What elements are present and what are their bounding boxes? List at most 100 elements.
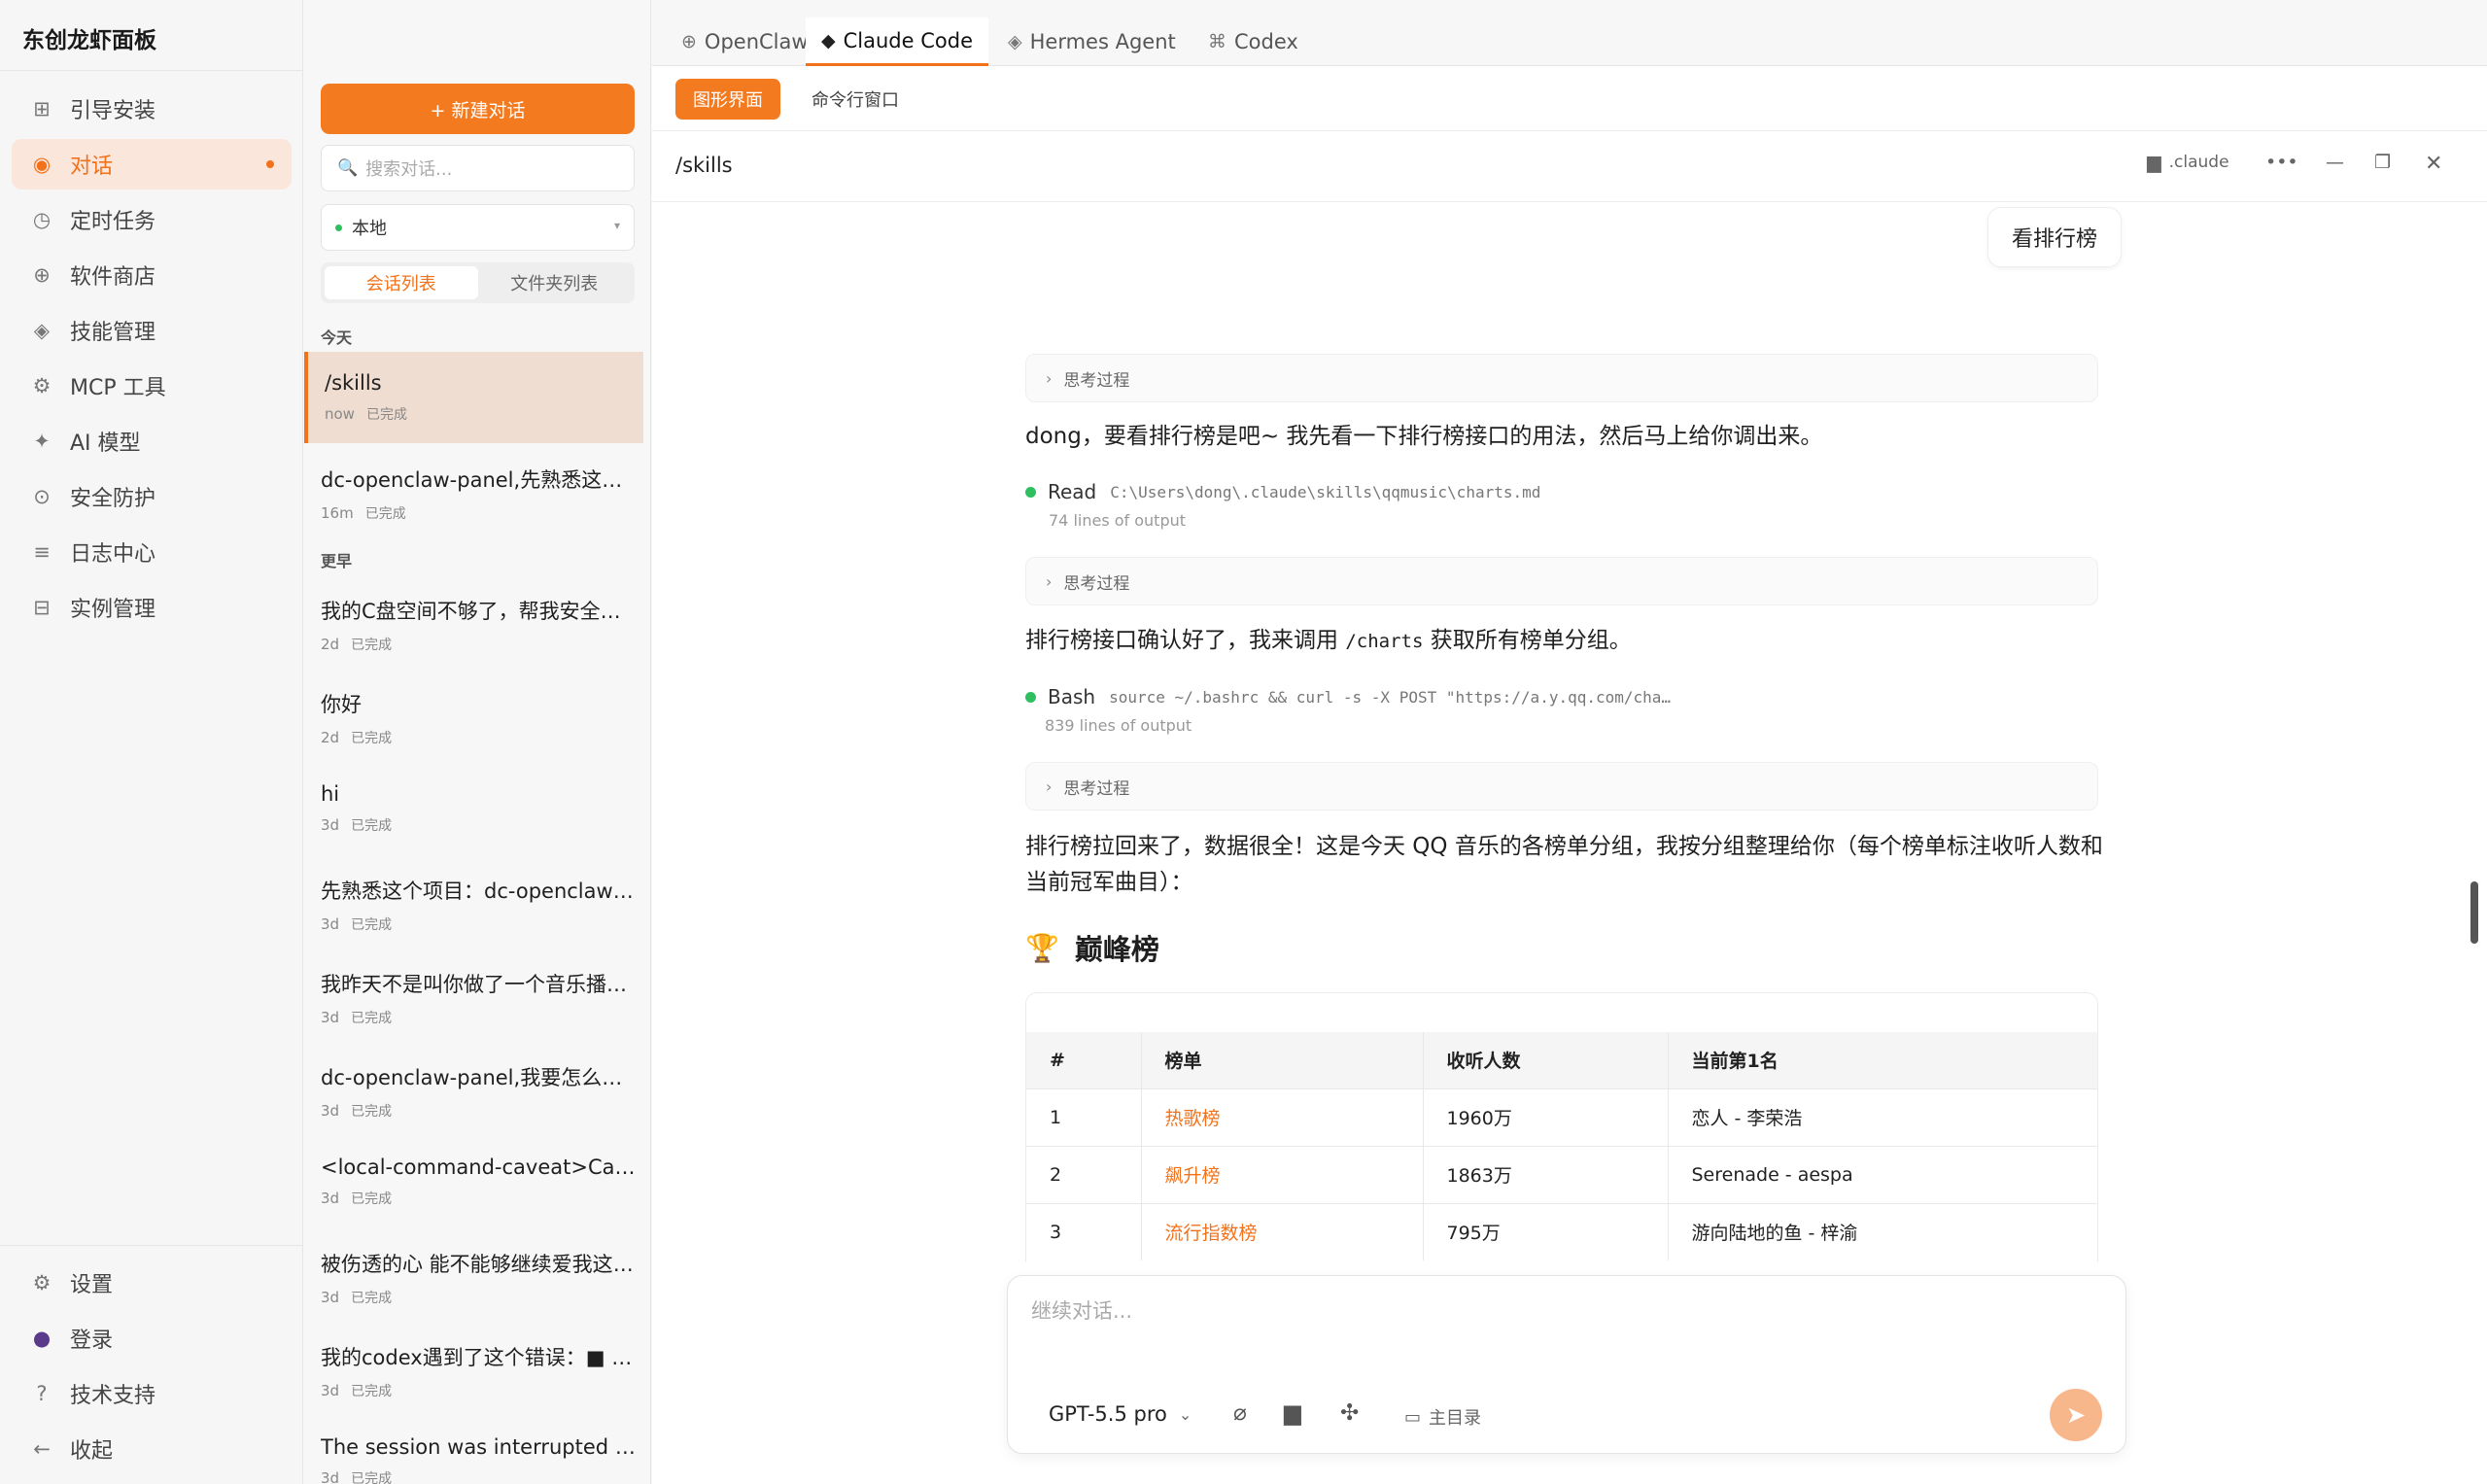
session-titlebar: /skills ▆ .claude ••• — ❐ ✕ bbox=[652, 132, 2487, 202]
nav-item-security[interactable]: ⊙ 安全防护 bbox=[12, 471, 292, 522]
session-title: 我昨天不是叫你做了一个音乐播放器吗 bbox=[321, 973, 638, 996]
session-panel: + 新建对话 🔍 搜索对话... 本地 ▾ 会话列表 文件夹列表 今天 /skill… bbox=[304, 0, 651, 1484]
inline-code: /charts bbox=[1345, 631, 1424, 652]
nav-label: 引导安装 bbox=[70, 99, 156, 123]
table-cell: 游向陆地的鱼 - 梓渝 bbox=[1668, 1202, 2097, 1260]
session-time: 3d bbox=[321, 1469, 340, 1484]
send-icon: ➤ bbox=[2065, 1401, 2087, 1429]
tool-name: Read bbox=[1048, 480, 1097, 503]
tool-call-bash[interactable]: Bash source ~/.bashrc && curl -s -X POST … bbox=[1025, 685, 1671, 708]
tool-args: source ~/.bashrc && curl -s -X POST "htt… bbox=[1109, 687, 1672, 707]
nav-item-login[interactable]: ● 登录 bbox=[12, 1313, 292, 1363]
session-item[interactable]: 先熟悉这个项目：dc-openclaw-panel 3d 已完成 bbox=[304, 856, 643, 948]
session-item[interactable]: 被伤透的心 能不能够继续爱我这首歌 3d 已完成 bbox=[304, 1229, 643, 1321]
composer: 继续对话... GPT-5.5 pro ⌄ ⌀ ▆ ✣ ▭ 主目录 ➤ bbox=[1007, 1275, 2126, 1454]
nav-item-logs[interactable]: ≡ 日志中心 bbox=[12, 527, 292, 577]
session-status: 已完成 bbox=[351, 1011, 393, 1026]
session-title: 我的codex遇到了这个错误：■ stream bbox=[321, 1346, 638, 1369]
nav-item-setup[interactable]: ⊞ 引导安装 bbox=[12, 84, 292, 134]
thinking-toggle[interactable]: › 思考过程 bbox=[1025, 557, 2098, 605]
session-item[interactable]: <local-command-caveat>Caveat: The messag… bbox=[304, 1136, 643, 1227]
table-cell: 795万 bbox=[1423, 1202, 1669, 1260]
chart-link[interactable]: 流行指数榜 bbox=[1141, 1202, 1424, 1260]
nav-label: 对话 bbox=[70, 155, 114, 179]
session-item[interactable]: 你好 2d 已完成 bbox=[304, 670, 643, 761]
session-item[interactable]: dc-openclaw-panel,先熟悉这个项目 16m 已完成 bbox=[304, 445, 643, 536]
session-item[interactable]: /skills now 已完成 bbox=[304, 352, 643, 443]
tool-call-read[interactable]: Read C:\Users\dong\.claude\skills\qqmusic… bbox=[1025, 480, 1540, 503]
session-item[interactable]: 我的codex遇到了这个错误：■ stream 3d 已完成 bbox=[304, 1323, 643, 1414]
session-time: 2d bbox=[321, 729, 340, 746]
nav-item-mcp[interactable]: ⚙ MCP 工具 bbox=[12, 361, 292, 411]
nav-item-settings[interactable]: ⚙ 设置 bbox=[12, 1258, 292, 1308]
session-search-input[interactable]: 🔍 搜索对话... bbox=[321, 145, 635, 191]
tab-openclaw[interactable]: ⊕ OpenClaw bbox=[666, 17, 824, 66]
mode-gui-button[interactable]: 图形界面 bbox=[675, 79, 780, 120]
session-meta: 3d 已完成 bbox=[321, 1468, 627, 1484]
nav-item-support[interactable]: ? 技术支持 bbox=[12, 1368, 292, 1419]
session-item[interactable]: The session was interrupted and needs 3d 已… bbox=[304, 1416, 643, 1484]
tab-claude-code[interactable]: ◆ Claude Code bbox=[806, 17, 988, 66]
session-meta: 2d 已完成 bbox=[321, 728, 627, 747]
chart-link[interactable]: 飙升榜 bbox=[1141, 1145, 1424, 1203]
folder-button[interactable]: ▆ .claude bbox=[2147, 152, 2229, 173]
message-input[interactable]: 继续对话... bbox=[1031, 1295, 1132, 1325]
session-item[interactable]: 我的C盘空间不够了，帮我安全清理一下 2d 已完成 bbox=[304, 576, 643, 668]
table-header-row: # 榜单 收听人数 当前第1名 bbox=[1026, 1032, 2097, 1088]
thinking-toggle[interactable]: › 思考过程 bbox=[1025, 354, 2098, 402]
close-icon[interactable]: ✕ bbox=[2425, 152, 2442, 176]
session-meta: 2d 已完成 bbox=[321, 635, 627, 654]
table-cell: 恋人 - 李荣浩 bbox=[1668, 1087, 2097, 1146]
new-chat-button[interactable]: + 新建对话 bbox=[321, 84, 635, 134]
restore-icon[interactable]: ❐ bbox=[2374, 152, 2391, 173]
session-title: 你好 bbox=[321, 693, 362, 716]
thinking-toggle[interactable]: › 思考过程 bbox=[1025, 762, 2098, 811]
model-selector[interactable]: GPT-5.5 pro ⌄ bbox=[1049, 1402, 1192, 1426]
nav-item-instances[interactable]: ⊟ 实例管理 bbox=[12, 582, 292, 633]
send-button[interactable]: ➤ bbox=[2050, 1389, 2102, 1441]
group-heading: 今天 bbox=[321, 328, 353, 347]
nav-item-chat[interactable]: ◉ 对话 bbox=[12, 139, 292, 190]
session-meta: 3d 已完成 bbox=[321, 1381, 627, 1400]
session-status: 已完成 bbox=[351, 1191, 393, 1207]
nav-item-collapse[interactable]: ← 收起 bbox=[12, 1424, 292, 1474]
chat-scrollbar[interactable] bbox=[2470, 881, 2478, 944]
list-icon: ≡ bbox=[33, 540, 51, 564]
session-item[interactable]: hi 3d 已完成 bbox=[304, 763, 643, 854]
main-area: ⊕ OpenClaw ◆ Claude Code ◈ Hermes Agent ⌘ Co… bbox=[652, 0, 2487, 1484]
tab-folder-list[interactable]: 文件夹列表 bbox=[478, 266, 632, 299]
attach-icon[interactable]: ⌀ bbox=[1233, 1400, 1247, 1426]
chevron-right-icon: › bbox=[1046, 777, 1053, 796]
plugin-icon[interactable]: ✣ bbox=[1340, 1400, 1359, 1426]
session-status: 已完成 bbox=[351, 1384, 393, 1399]
session-status: 已完成 bbox=[351, 818, 393, 834]
sparkle-icon: ◆ bbox=[821, 29, 836, 52]
nav-item-ai-model[interactable]: ✦ AI 模型 bbox=[12, 416, 292, 466]
session-meta: 3d 已完成 bbox=[321, 815, 627, 835]
more-icon[interactable]: ••• bbox=[2265, 152, 2298, 173]
chart-link[interactable]: 热歌榜 bbox=[1141, 1087, 1424, 1146]
nav-item-store[interactable]: ⊕ 软件商店 bbox=[12, 250, 292, 300]
nav-item-skills[interactable]: ◈ 技能管理 bbox=[12, 305, 292, 356]
minimize-icon[interactable]: — bbox=[2326, 152, 2344, 173]
section-heading: 🏆 巅峰榜 bbox=[1025, 927, 1159, 968]
tab-session-list[interactable]: 会话列表 bbox=[325, 266, 478, 299]
tab-hermes-agent[interactable]: ◈ Hermes Agent bbox=[992, 17, 1192, 66]
text-part: 获取所有榜单分组。 bbox=[1430, 628, 1632, 653]
folder-icon[interactable]: ▆ bbox=[1284, 1400, 1301, 1426]
directory-label: 主目录 bbox=[1429, 1408, 1482, 1429]
session-time: 16m bbox=[321, 504, 354, 522]
directory-selector[interactable]: ▭ 主目录 bbox=[1404, 1404, 1481, 1430]
session-item[interactable]: 我昨天不是叫你做了一个音乐播放器吗 3d 已完成 bbox=[304, 949, 643, 1041]
nav-item-scheduled[interactable]: ◷ 定时任务 bbox=[12, 194, 292, 245]
session-item[interactable]: dc-openclaw-panel,我要怎么启动它 3d 已完成 bbox=[304, 1043, 643, 1134]
grid-icon: ⊞ bbox=[33, 97, 51, 121]
thinking-label: 思考过程 bbox=[1063, 778, 1130, 799]
location-select[interactable]: 本地 ▾ bbox=[321, 204, 635, 251]
mode-cli-button[interactable]: 命令行窗口 bbox=[794, 79, 916, 120]
target-icon: ◉ bbox=[32, 153, 52, 176]
thinking-label: 思考过程 bbox=[1063, 573, 1130, 594]
session-time: 3d bbox=[321, 1102, 340, 1120]
tab-codex[interactable]: ⌘ Codex bbox=[1192, 17, 1314, 66]
group-heading: 更早 bbox=[321, 552, 353, 570]
